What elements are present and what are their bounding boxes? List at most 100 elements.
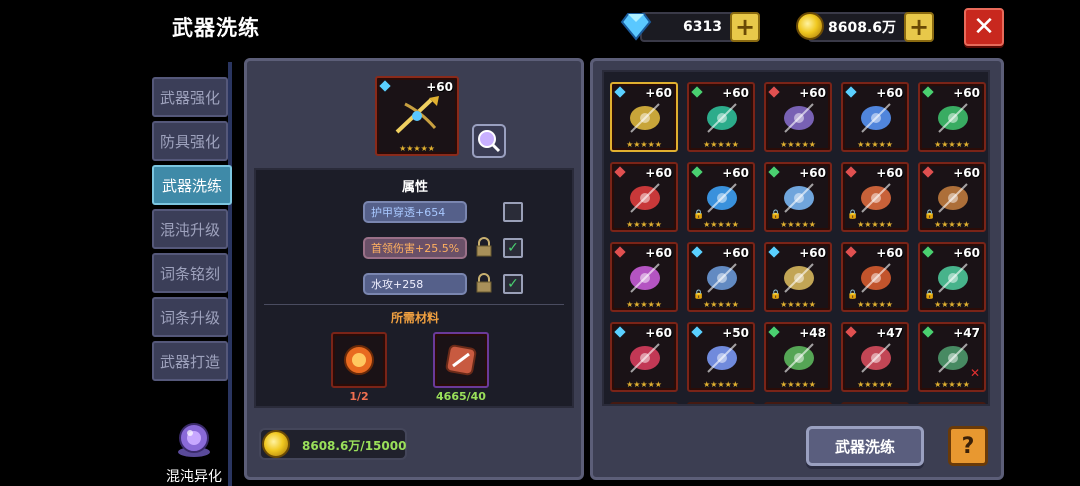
- inventory-slot[interactable]: +60 ★★★★★: [841, 82, 909, 152]
- green-rifle-icon: [784, 343, 814, 373]
- checkmark-icon: ✓: [507, 240, 519, 256]
- green-dragon-icon: [938, 103, 968, 133]
- pink-scythe-icon: [630, 263, 660, 293]
- magnifier-icon: [478, 130, 501, 153]
- inventory-slot[interactable]: +60 ★★★★★: [610, 242, 678, 312]
- inventory-slot[interactable]: +48 ★★★★★: [764, 322, 832, 392]
- inventory-slot[interactable]: +60 🔒 ★★★★★: [841, 242, 909, 312]
- inventory-slot[interactable]: +60 🔒 ★★★★★: [841, 162, 909, 232]
- attribute-title: 属性: [401, 180, 428, 195]
- bronze-shield-icon: [938, 183, 968, 213]
- item-stars: ★★★★★: [626, 220, 662, 229]
- materials-title: 所需材料: [390, 311, 439, 325]
- item-stars: ★★★★★: [857, 220, 893, 229]
- tab-weapon-forge[interactable]: 武器打造: [152, 341, 228, 381]
- tab-chaos-upgrade[interactable]: 混沌升级: [152, 209, 228, 249]
- tab-affix-upgrade[interactable]: 词条升级: [152, 297, 228, 337]
- attribute-checkbox-1[interactable]: [503, 202, 523, 222]
- item-stars: ★★★★★: [703, 220, 739, 229]
- selected-weapon-slot[interactable]: +60 ★★★★★: [375, 76, 459, 156]
- inventory-slot[interactable]: [918, 402, 986, 404]
- add-diamond-button[interactable]: +: [730, 12, 760, 42]
- padlock-icon: 🔒: [770, 210, 782, 220]
- inventory-slot[interactable]: +60 ★★★★★: [687, 82, 755, 152]
- attribute-checkbox-2[interactable]: ✓: [503, 238, 523, 258]
- padlock-icon[interactable]: [475, 273, 493, 293]
- spear-icon: [707, 343, 737, 373]
- inventory-slot[interactable]: +60 🔒 ★★★★★: [764, 162, 832, 232]
- inventory-slot[interactable]: +47 ✕ ★★★★★: [918, 322, 986, 392]
- item-stars: ★★★★★: [857, 380, 893, 389]
- inventory-slot[interactable]: +50 ★★★★★: [687, 322, 755, 392]
- item-stars: ★★★★★: [780, 220, 816, 229]
- tab-weapon-refine[interactable]: 武器洗练: [152, 165, 232, 205]
- chaos-mutation-button[interactable]: 混沌异化: [160, 418, 228, 486]
- padlock-icon: 🔒: [924, 210, 936, 220]
- weapon-stars: ★★★★★: [399, 144, 435, 153]
- bazooka-icon: [938, 343, 968, 373]
- gold-amount: 8608.6万: [827, 20, 896, 36]
- gold-counter: 8608.6万 +: [796, 12, 934, 42]
- inventory-slot[interactable]: +60 🔒 ★★★★★: [687, 242, 755, 312]
- inventory-slot[interactable]: +60 🔒 ★★★★★: [918, 242, 986, 312]
- item-stars: ★★★★★: [626, 380, 662, 389]
- blue-orb-icon: [707, 183, 737, 213]
- item-stars: ★★★★★: [857, 300, 893, 309]
- item-stars: ★★★★★: [780, 140, 816, 149]
- inventory-grid: +60 ★★★★★ +60 ★★★★★ +60 ★★★★★ +60 ★★★★★ +60: [602, 70, 990, 406]
- gem-icon: [614, 246, 626, 258]
- gem-icon: [614, 166, 626, 178]
- gem-icon: [614, 326, 626, 338]
- flame-sword-icon: [861, 183, 891, 213]
- inventory-slot[interactable]: +60 ★★★★★: [764, 82, 832, 152]
- gem-icon: [614, 86, 626, 98]
- fire-core-icon: [344, 345, 374, 375]
- add-gold-button[interactable]: +: [904, 12, 934, 42]
- item-stars: ★★★★★: [626, 300, 662, 309]
- inventory-slot[interactable]: +47 ★★★★★: [841, 322, 909, 392]
- inventory-slot[interactable]: +60 ★★★★★: [610, 162, 678, 232]
- inventory-slot[interactable]: [764, 402, 832, 404]
- item-stars: ★★★★★: [703, 380, 739, 389]
- tab-affix-inscribe[interactable]: 词条铭刻: [152, 253, 228, 293]
- diamond-icon: [620, 13, 652, 41]
- material-slot-1[interactable]: [331, 332, 387, 388]
- tab-weapon-enhance[interactable]: 武器强化: [152, 77, 228, 117]
- checkmark-icon: ✓: [507, 276, 519, 292]
- close-button[interactable]: ✕: [964, 8, 1004, 46]
- attribute-row-2: 首领伤害+25.5%: [363, 237, 467, 259]
- gold-coin-icon: [262, 430, 290, 458]
- item-stars: ★★★★★: [703, 300, 739, 309]
- inventory-slot[interactable]: +60 ★★★★★: [610, 82, 678, 152]
- inspect-button[interactable]: [472, 124, 506, 158]
- inventory-slot[interactable]: +60 🔒 ★★★★★: [687, 162, 755, 232]
- refine-stone-icon: [445, 344, 477, 376]
- help-button[interactable]: ?: [948, 426, 988, 466]
- close-icon: ✕: [973, 12, 995, 42]
- gem-icon: [691, 246, 703, 258]
- padlock-icon: 🔒: [924, 290, 936, 300]
- gem-icon: [691, 166, 703, 178]
- inventory-slot[interactable]: [687, 402, 755, 404]
- refine-button[interactable]: 武器洗练: [806, 426, 924, 466]
- attribute-checkbox-3[interactable]: ✓: [503, 274, 523, 294]
- inventory-slot[interactable]: +60 ★★★★★: [918, 82, 986, 152]
- inventory-slot[interactable]: +60 ★★★★★: [610, 322, 678, 392]
- fire-armor-icon: [861, 263, 891, 293]
- gem-icon: [768, 86, 780, 98]
- gem-icon: [379, 80, 391, 92]
- gem-icon: [922, 166, 934, 178]
- inventory-slot[interactable]: +60 🔒 ★★★★★: [764, 242, 832, 312]
- inventory-slot[interactable]: +60 🔒 ★★★★★: [918, 162, 986, 232]
- inventory-slot[interactable]: [841, 402, 909, 404]
- golden-bow-icon: [395, 96, 439, 134]
- item-stars: ★★★★★: [934, 140, 970, 149]
- attribute-row-1: 护甲穿透+654: [363, 201, 467, 223]
- item-stars: ★★★★★: [780, 300, 816, 309]
- item-stars: ★★★★★: [934, 380, 970, 389]
- material-slot-2[interactable]: [433, 332, 489, 388]
- padlock-icon[interactable]: [475, 237, 493, 257]
- tab-armor-enhance[interactable]: 防具强化: [152, 121, 228, 161]
- inventory-slot[interactable]: [610, 402, 678, 404]
- gem-icon: [922, 246, 934, 258]
